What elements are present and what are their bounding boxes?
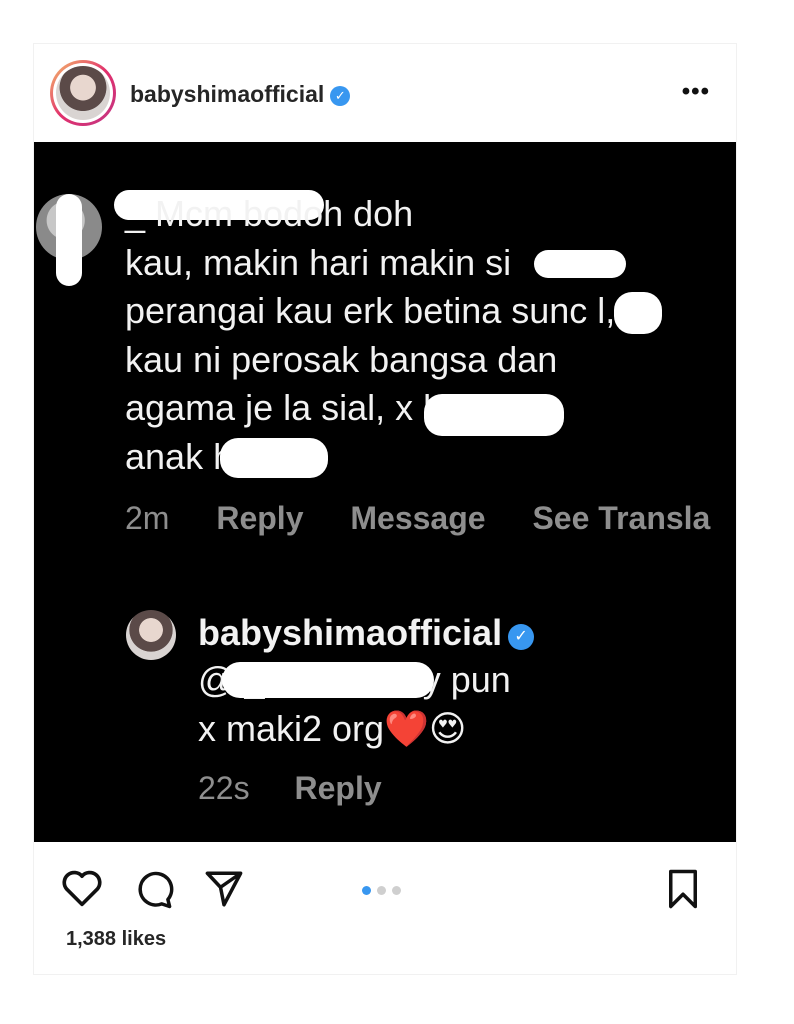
- profile-avatar[interactable]: [50, 60, 116, 126]
- heart-icon[interactable]: [60, 868, 104, 913]
- carousel-dot: [377, 886, 386, 895]
- carousel-dot: [392, 886, 401, 895]
- verified-badge-icon: ✓: [330, 86, 351, 106]
- reply-username-text: babyshimaofficial: [198, 612, 503, 653]
- post-action-bar: [34, 862, 736, 912]
- post-username[interactable]: babyshimaofficial ✓: [130, 81, 351, 108]
- share-icon[interactable]: [202, 868, 246, 915]
- post-image: _ Mcm bodoh doh kau, makin hari makin si…: [34, 142, 736, 842]
- redaction-scribble: [424, 394, 564, 436]
- comment-meta: 2m Reply Message See Transla: [125, 500, 736, 537]
- comment-text: _ Mcm bodoh doh kau, makin hari makin si…: [125, 193, 616, 477]
- reply-reply-button[interactable]: Reply: [294, 770, 381, 806]
- reply-avatar: [126, 610, 176, 660]
- redaction-scribble: [222, 662, 434, 698]
- see-translation-button[interactable]: See Transla: [532, 500, 710, 536]
- comment-time: 2m: [125, 500, 170, 536]
- reply-meta: 22s Reply: [198, 770, 418, 807]
- redaction-scribble: [220, 438, 328, 478]
- verified-badge-icon: ✓: [508, 624, 535, 650]
- bookmark-icon[interactable]: [664, 868, 702, 915]
- comment-icon[interactable]: [132, 868, 174, 915]
- reply-button[interactable]: Reply: [216, 500, 303, 536]
- likes-count[interactable]: 1,388 likes: [66, 928, 166, 951]
- post-header: babyshimaofficial ✓ •••: [34, 44, 736, 142]
- redaction-scribble: [56, 194, 82, 286]
- instagram-post-card: babyshimaofficial ✓ ••• _ Mcm bodoh doh k…: [34, 44, 736, 974]
- more-options-icon[interactable]: •••: [682, 78, 710, 106]
- reply-time: 22s: [198, 770, 250, 806]
- message-button[interactable]: Message: [350, 500, 485, 536]
- username-text[interactable]: babyshimaofficial: [130, 81, 324, 107]
- carousel-indicator: [362, 882, 407, 900]
- redaction-scribble: [614, 292, 662, 334]
- reply-username: babyshimaofficial ✓: [198, 612, 535, 654]
- redaction-scribble: [534, 250, 626, 278]
- carousel-dot: [362, 886, 371, 895]
